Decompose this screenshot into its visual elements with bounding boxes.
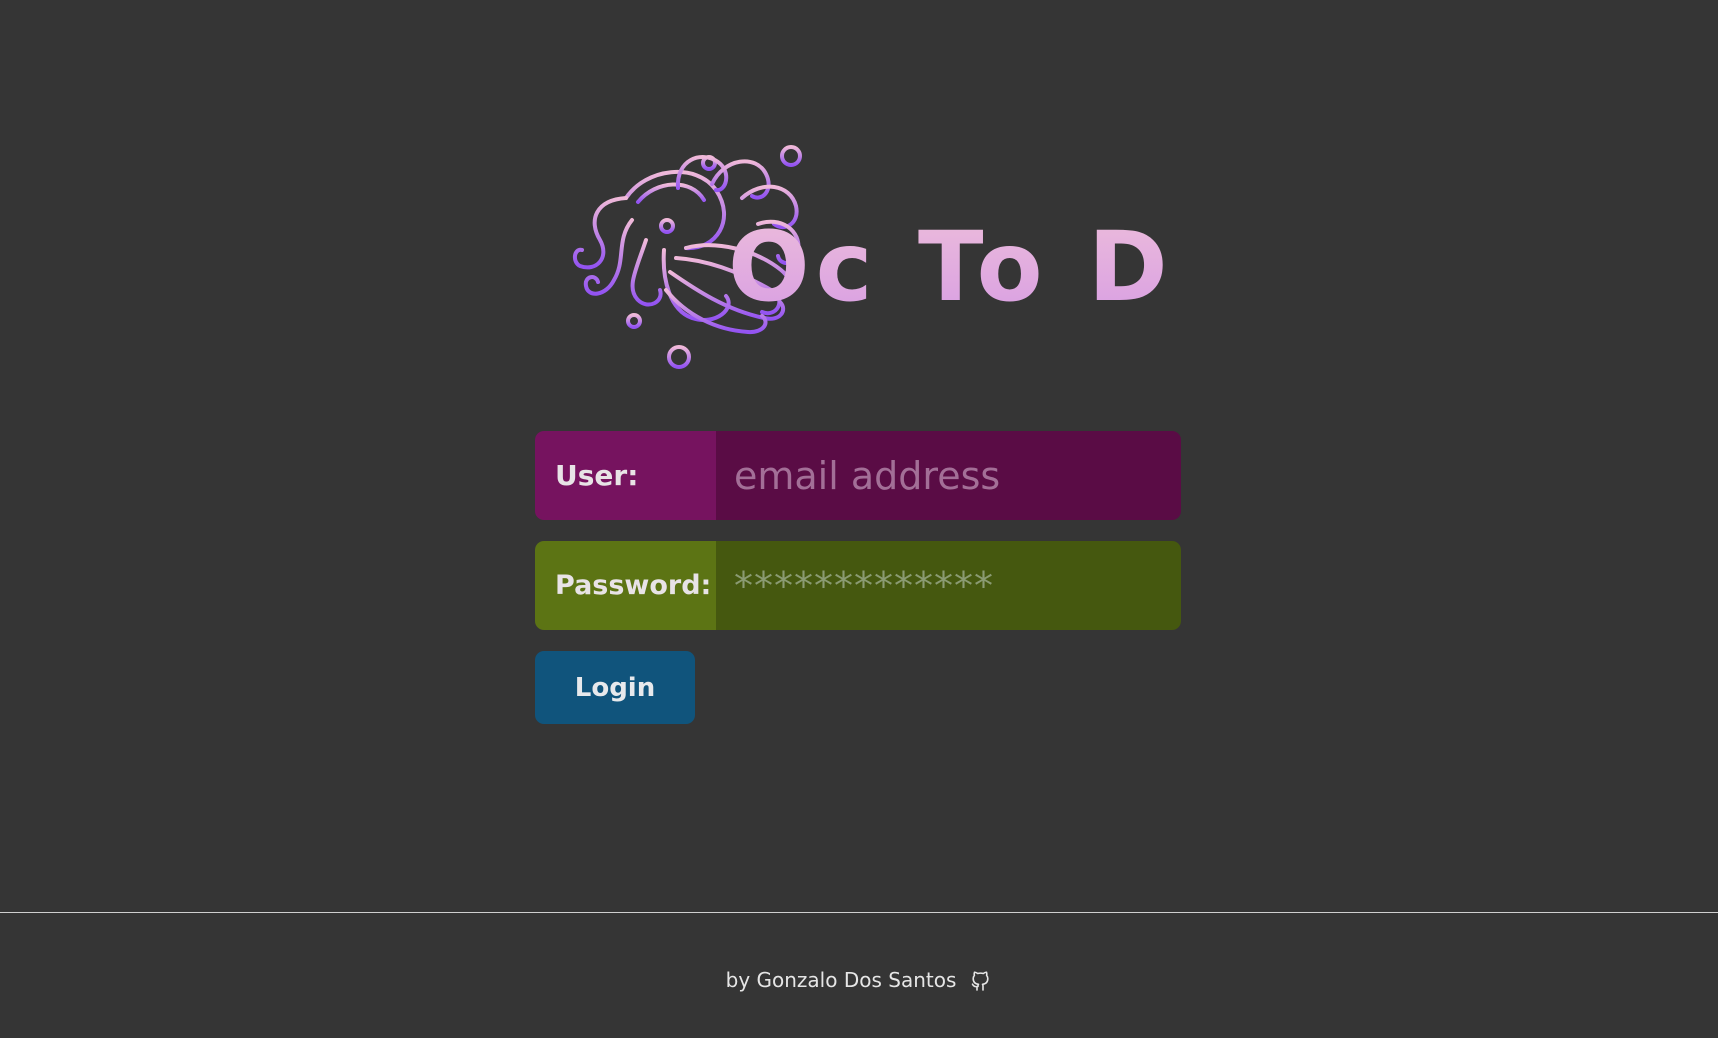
footer: by Gonzalo Dos Santos: [0, 960, 1718, 1000]
footer-credit: by Gonzalo Dos Santos: [725, 968, 957, 992]
app-title-label: Oc To Do: [728, 211, 1164, 316]
footer-divider: [0, 912, 1718, 913]
password-field-row: Password:: [535, 541, 1181, 630]
user-field-row: User:: [535, 431, 1181, 520]
password-field[interactable]: [716, 541, 1181, 630]
app-title-text: Oc To Do: [728, 211, 1164, 316]
password-label: Password:: [535, 541, 716, 630]
login-button[interactable]: Login: [535, 651, 695, 724]
password-input-wrapper: [716, 541, 1181, 630]
login-page: Oc To Do User: Password: Login by Gonzal…: [0, 0, 1718, 1038]
github-icon[interactable]: [968, 967, 992, 993]
user-label: User:: [535, 431, 716, 520]
email-input-wrapper: [716, 431, 1181, 520]
app-logo: Oc To Do: [566, 140, 1166, 380]
app-title: Oc To Do: [724, 196, 1164, 316]
email-field[interactable]: [716, 431, 1181, 520]
